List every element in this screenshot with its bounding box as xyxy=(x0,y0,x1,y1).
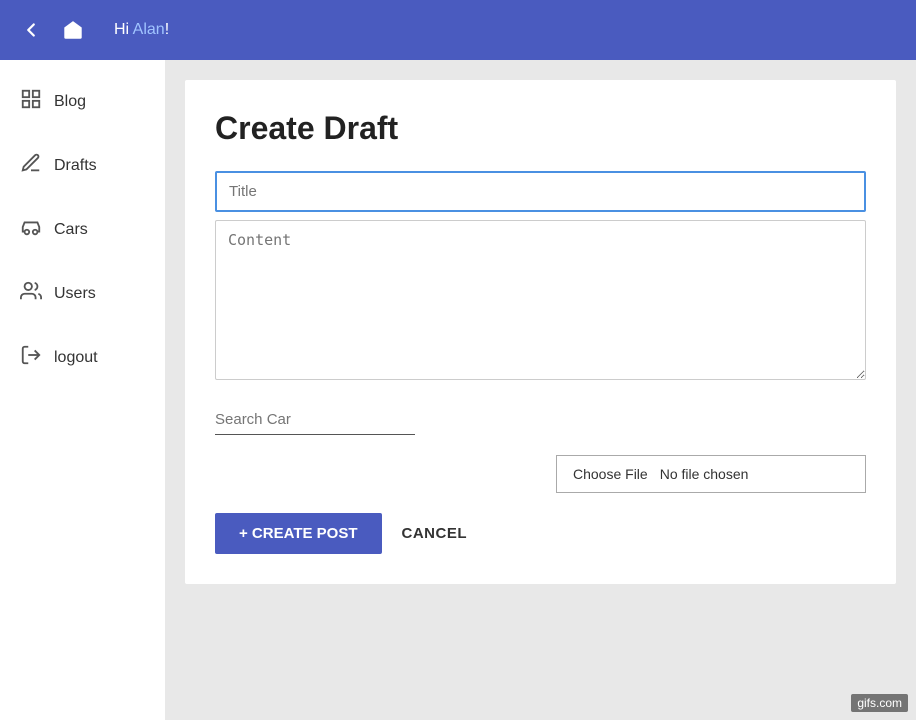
blog-icon xyxy=(20,88,42,116)
main-content: Create Draft Choose File No file chosen … xyxy=(165,60,916,720)
drafts-icon xyxy=(20,152,42,180)
file-upload-button[interactable]: Choose File No file chosen xyxy=(556,455,866,493)
sidebar: Blog Drafts Cars xyxy=(0,60,165,720)
create-post-button[interactable]: + CREATE POST xyxy=(215,513,382,554)
layout: Blog Drafts Cars xyxy=(0,60,916,720)
sidebar-item-drafts-label: Drafts xyxy=(54,157,97,175)
home-button[interactable] xyxy=(62,19,84,41)
sidebar-item-users[interactable]: Users xyxy=(0,262,165,326)
cancel-button[interactable]: CANCEL xyxy=(402,525,468,542)
content-card: Create Draft Choose File No file chosen … xyxy=(185,80,896,584)
search-car-input[interactable] xyxy=(215,405,415,435)
sidebar-item-blog[interactable]: Blog xyxy=(0,70,165,134)
back-button[interactable] xyxy=(20,19,42,41)
sidebar-item-logout-label: logout xyxy=(54,349,98,367)
actions-row: + CREATE POST CANCEL xyxy=(215,513,866,554)
sidebar-item-cars[interactable]: Cars xyxy=(0,198,165,262)
users-icon xyxy=(20,280,42,308)
watermark: gifs.com xyxy=(851,694,908,712)
sidebar-item-logout[interactable]: logout xyxy=(0,326,165,390)
username-link[interactable]: Alan xyxy=(133,21,165,38)
sidebar-item-drafts[interactable]: Drafts xyxy=(0,134,165,198)
cars-icon xyxy=(20,216,42,244)
page-title: Create Draft xyxy=(215,110,866,147)
choose-file-label: Choose File xyxy=(573,466,648,482)
file-upload-row: Choose File No file chosen xyxy=(215,455,866,493)
title-input[interactable] xyxy=(215,171,866,212)
sidebar-item-blog-label: Blog xyxy=(54,93,86,111)
sidebar-item-users-label: Users xyxy=(54,285,96,303)
sidebar-item-cars-label: Cars xyxy=(54,221,88,239)
logout-icon xyxy=(20,344,42,372)
topbar-greeting: Hi Alan! xyxy=(114,21,169,39)
no-file-text: No file chosen xyxy=(660,466,749,482)
content-textarea[interactable] xyxy=(215,220,866,380)
topbar: Hi Alan! xyxy=(0,0,916,60)
